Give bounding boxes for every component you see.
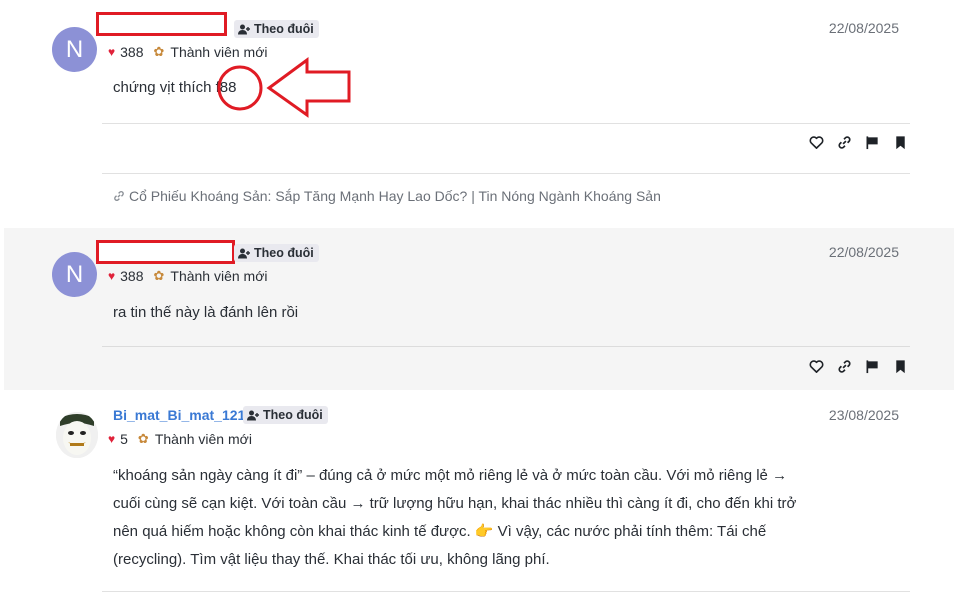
- rank-icon: ✿: [153, 268, 165, 283]
- post-actions: [809, 359, 908, 374]
- heart-icon: ♥: [108, 269, 116, 283]
- avatar-face-image: [56, 412, 98, 458]
- bookmark-icon[interactable]: [893, 135, 908, 150]
- avatar-letter: N: [65, 260, 84, 288]
- user-meta: ♥ 388 ✿ Thành viên mới: [108, 268, 268, 284]
- post-3: Bi_mat_Bi_mat_121 Theo đuôi 23/08/2025 ♥…: [4, 390, 954, 595]
- link-icon[interactable]: [837, 359, 852, 374]
- heart-icon: ♥: [108, 432, 116, 446]
- post-1: N Theo đuôi 22/08/2025 ♥ 388 ✿ Thành viê…: [4, 0, 954, 228]
- follow-button[interactable]: Theo đuôi: [243, 406, 328, 424]
- related-link[interactable]: Cổ Phiếu Khoáng Sản: Sắp Tăng Mạnh Hay L…: [113, 188, 661, 204]
- post-2: N Theo đuôi 22/08/2025 ♥ 388 ✿ Thành viê…: [4, 228, 954, 390]
- like-outline-icon[interactable]: [809, 135, 824, 150]
- rank-label: Thành viên mới: [170, 268, 268, 284]
- annotation-arrow: [266, 57, 351, 118]
- flag-icon[interactable]: [865, 135, 880, 150]
- avatar[interactable]: N: [52, 252, 97, 297]
- like-count: 388: [120, 268, 144, 284]
- rank-label: Thành viên mới: [154, 431, 252, 447]
- post-text: “khoáng sản ngày càng ít đi” – đúng cả ở…: [113, 462, 913, 574]
- annotation-circle: [217, 65, 263, 111]
- add-user-icon: [238, 248, 250, 258]
- add-user-icon: [247, 410, 259, 420]
- link-icon[interactable]: [837, 135, 852, 150]
- bookmark-icon[interactable]: [893, 359, 908, 374]
- post-text-line: cuối cùng sẽ cạn kiệt. Với toàn cầu → tr…: [113, 495, 797, 512]
- post-actions: [809, 135, 908, 150]
- post-text-line: (recycling). Tìm vật liệu thay thế. Khai…: [113, 551, 550, 568]
- post-text-line: nên quá hiếm hoặc không còn khai thác ki…: [113, 523, 767, 540]
- follow-label: Theo đuôi: [254, 246, 314, 260]
- post-text: ra tin thế này là đánh lên rồi: [113, 304, 299, 321]
- related-link-text[interactable]: Cổ Phiếu Khoáng Sản: Sắp Tăng Mạnh Hay L…: [129, 188, 661, 204]
- user-meta: ♥ 5 ✿ Thành viên mới: [108, 431, 252, 447]
- username-link[interactable]: Bi_mat_Bi_mat_121: [113, 407, 245, 423]
- divider: [102, 123, 910, 124]
- follow-button[interactable]: Theo đuôi: [234, 244, 319, 262]
- post-date: 23/08/2025: [828, 407, 899, 423]
- redacted-username: [96, 240, 235, 264]
- divider: [102, 591, 910, 592]
- avatar[interactable]: [56, 412, 98, 458]
- flag-icon[interactable]: [865, 359, 880, 374]
- like-outline-icon[interactable]: [809, 359, 824, 374]
- link-small-icon: [114, 191, 124, 201]
- rank-icon: ✿: [137, 431, 149, 446]
- divider: [102, 346, 910, 347]
- like-count: 5: [120, 431, 128, 447]
- post-date: 22/08/2025: [828, 244, 899, 260]
- divider: [102, 173, 910, 174]
- follow-label: Theo đuôi: [263, 408, 323, 422]
- post-text-line: “khoáng sản ngày càng ít đi” – đúng cả ở…: [113, 467, 788, 484]
